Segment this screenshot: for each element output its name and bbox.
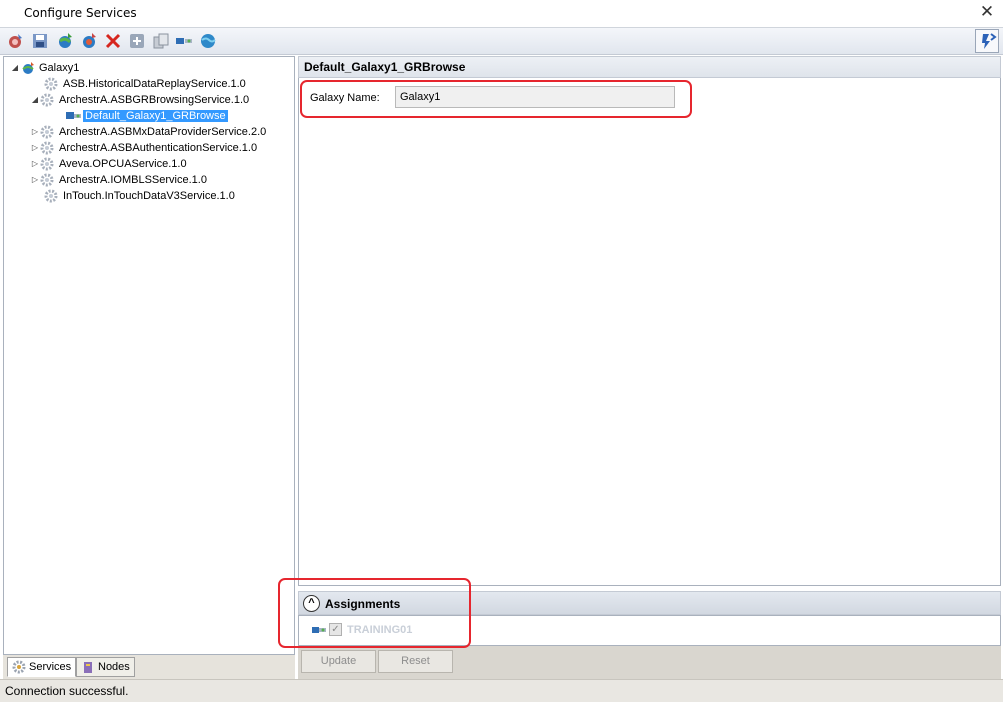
left-pane-tabs: Services Nodes [3, 655, 295, 679]
tree-item-label: ArchestrA.ASBMxDataProviderService.2.0 [59, 125, 267, 138]
save-icon[interactable] [31, 32, 49, 50]
tab-services-label: Services [29, 661, 72, 673]
tree-item-label: Aveva.OPCUAService.1.0 [59, 157, 187, 170]
tree-item-label: ArchestrA.ASBGRBrowsingService.1.0 [59, 93, 250, 106]
service-gear-icon [44, 77, 59, 91]
refresh-icon[interactable] [975, 29, 999, 53]
toolbar [0, 27, 1003, 55]
assignments-title: Assignments [325, 597, 401, 611]
expand-arrow-icon[interactable]: ▷ [30, 159, 40, 168]
collapse-arrow-icon[interactable]: ◢ [10, 63, 20, 72]
tree-root-label: Galaxy1 [39, 61, 80, 74]
tree-item-opcua[interactable]: ▷ Aveva.OPCUAService.1.0 [30, 156, 189, 171]
action-bar: Update Reset [298, 646, 1001, 679]
close-icon[interactable]: ✕ [977, 2, 997, 22]
services-gear-icon [12, 660, 27, 674]
tree-item-default-grbrowse[interactable]: Default_Galaxy1_GRBrowse [56, 108, 228, 123]
update-button[interactable]: Update [301, 650, 376, 673]
tab-nodes-label: Nodes [98, 661, 130, 673]
detail-panel: Galaxy Name: [298, 78, 1001, 586]
services-tree: ◢ Galaxy1 ASB.HistoricalDataReplayServic… [3, 56, 295, 655]
add-icon[interactable] [128, 32, 146, 50]
assignment-node-name: TRAINING01 [347, 623, 413, 636]
tree-item-intouchdata[interactable]: InTouch.InTouchDataV3Service.1.0 [34, 188, 237, 203]
deploy-icon[interactable] [6, 32, 24, 50]
galaxy-name-label: Galaxy Name: [310, 92, 380, 104]
tree-item-label: ArchestrA.ASBAuthenticationService.1.0 [59, 141, 258, 154]
tree-item-label: InTouch.InTouchDataV3Service.1.0 [63, 189, 235, 202]
copy-icon[interactable] [152, 32, 170, 50]
status-text: Connection successful. [5, 684, 129, 698]
status-bar: Connection successful. [0, 679, 1003, 702]
tree-item-grbrowsing[interactable]: ◢ ArchestrA.ASBGRBrowsingService.1.0 [30, 92, 251, 107]
service-gear-icon [40, 141, 55, 155]
tree-item-iombls[interactable]: ▷ ArchestrA.IOMBLSService.1.0 [30, 172, 209, 187]
service-gear-icon [40, 125, 55, 139]
reset-button[interactable]: Reset [378, 650, 453, 673]
assignment-item[interactable]: ✓ TRAINING01 [312, 623, 412, 636]
tree-item-label: Default_Galaxy1_GRBrowse [83, 109, 228, 122]
node-icon [312, 624, 327, 636]
tree-item-label: ArchestrA.IOMBLSService.1.0 [59, 173, 207, 186]
tab-nodes[interactable]: Nodes [76, 657, 135, 677]
galaxy-icon [20, 61, 35, 75]
tree-item-mxdataprovider[interactable]: ▷ ArchestrA.ASBMxDataProviderService.2.0 [30, 124, 268, 139]
service-gear-icon [40, 93, 55, 107]
title-bar: Configure Services ✕ [0, 0, 1003, 27]
detail-title: Default_Galaxy1_GRBrowse [304, 60, 466, 74]
collapse-arrow-icon[interactable]: ◢ [30, 95, 40, 104]
add-service-icon[interactable] [80, 32, 98, 50]
tab-services[interactable]: Services [7, 657, 77, 677]
assignments-list: ✓ TRAINING01 [298, 615, 1001, 646]
galaxy-name-field[interactable] [395, 86, 675, 108]
collapse-chevron-icon[interactable]: ^ [303, 595, 320, 612]
expand-arrow-icon[interactable]: ▷ [30, 143, 40, 152]
window-title: Configure Services [24, 6, 137, 20]
tree-item-historical-replay[interactable]: ASB.HistoricalDataReplayService.1.0 [34, 76, 248, 91]
service-gear-icon [40, 157, 55, 171]
nodes-icon [81, 660, 95, 674]
detail-header: Default_Galaxy1_GRBrowse [298, 56, 1001, 78]
tree-item-label: ASB.HistoricalDataReplayService.1.0 [63, 77, 246, 90]
service-gear-icon [40, 173, 55, 187]
assign-icon[interactable] [175, 32, 193, 50]
expand-arrow-icon[interactable]: ▷ [30, 127, 40, 136]
add-galaxy-icon[interactable] [56, 32, 74, 50]
service-gear-icon [44, 189, 59, 203]
globe-icon[interactable] [199, 32, 217, 50]
tree-root-galaxy[interactable]: ◢ Galaxy1 [10, 60, 81, 75]
tree-item-authentication[interactable]: ▷ ArchestrA.ASBAuthenticationService.1.0 [30, 140, 259, 155]
assignment-checkbox[interactable]: ✓ [329, 623, 342, 636]
service-instance-icon [66, 109, 81, 123]
assignments-header[interactable]: ^ Assignments [298, 591, 1001, 615]
expand-arrow-icon[interactable]: ▷ [30, 175, 40, 184]
delete-icon[interactable] [104, 32, 122, 50]
